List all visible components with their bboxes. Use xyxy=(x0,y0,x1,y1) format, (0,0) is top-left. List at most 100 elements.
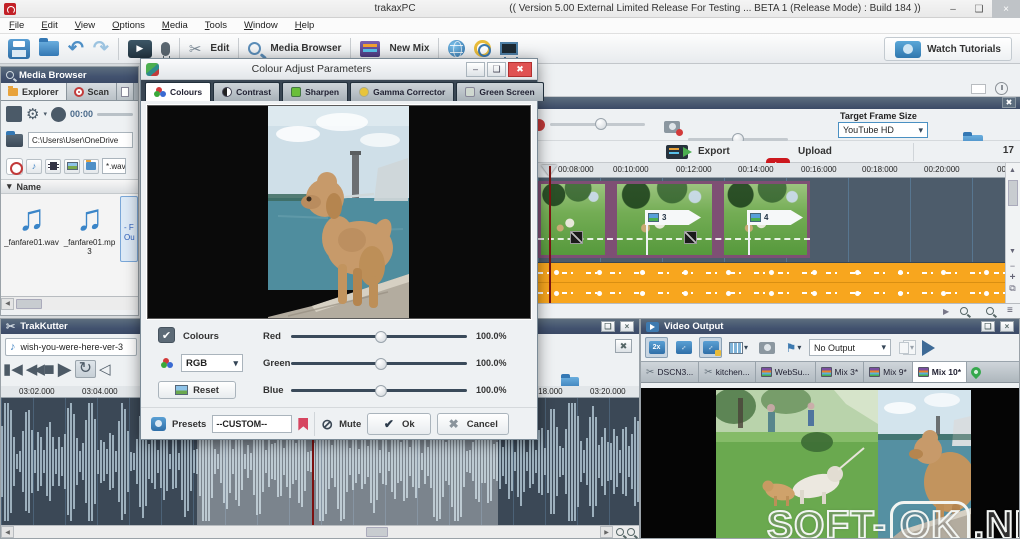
export-button[interactable]: Export xyxy=(698,146,730,157)
lock-aspect-button[interactable]: ↔ xyxy=(699,337,722,358)
save-icon[interactable] xyxy=(8,38,30,59)
add-track-icon[interactable]: + xyxy=(1006,272,1019,283)
red-slider[interactable] xyxy=(291,330,467,343)
chevron-down-icon[interactable]: ▾ xyxy=(43,110,47,118)
panel-restore-icon[interactable]: ❑ xyxy=(601,321,615,332)
preview-play-button[interactable] xyxy=(922,339,936,356)
blue-slider-thumb[interactable] xyxy=(375,384,387,397)
panel-close-icon[interactable]: × xyxy=(620,321,634,332)
audio-track[interactable] xyxy=(538,262,1005,303)
menu-tools[interactable]: Tools xyxy=(205,20,227,31)
zoom-in-icon[interactable] xyxy=(627,528,635,536)
close-button[interactable]: × xyxy=(992,0,1020,18)
ok-button[interactable]: ✔ Ok xyxy=(367,413,432,435)
timeline-ruler[interactable]: 00:08:000 00:10:000 00:12:000 00:14:000 … xyxy=(538,163,1005,178)
undo-icon[interactable]: ↶ xyxy=(68,39,84,58)
trakkutter-scrollbar[interactable]: ◀ ▶ xyxy=(1,525,639,538)
restore-button[interactable]: ❑ xyxy=(966,0,992,18)
tab-recordings[interactable] xyxy=(117,83,135,100)
menu-file[interactable]: File xyxy=(9,20,24,31)
cancel-button[interactable]: ✖ Cancel xyxy=(437,413,510,435)
collapse-tracks-icon[interactable]: − xyxy=(1006,261,1019,272)
tab-websu[interactable]: WebSu... xyxy=(755,362,816,382)
extension-filter-field[interactable]: *.wav; xyxy=(102,158,126,174)
edit-scissors-icon[interactable]: ✂ xyxy=(189,40,202,58)
stop-record-icon[interactable] xyxy=(6,106,22,122)
tk-scroll-thumb[interactable] xyxy=(366,526,388,537)
record-level-slider[interactable] xyxy=(97,112,133,116)
tab-scan[interactable]: Scan xyxy=(66,83,118,100)
scroll-up-icon[interactable]: ▲ xyxy=(1006,165,1019,176)
help-lifering-icon[interactable] xyxy=(474,40,492,57)
prev-section-icon[interactable]: ◁ xyxy=(99,362,111,377)
track-name-field[interactable]: ♪ wish-you-were-here-ver-3 xyxy=(5,338,137,356)
folder-filter-icon[interactable] xyxy=(83,158,99,174)
dialog-minimize-icon[interactable]: – xyxy=(466,61,485,77)
snapshot-button[interactable] xyxy=(755,337,778,358)
frame-camera-icon[interactable] xyxy=(664,121,683,136)
file-item[interactable]: ♫ _fanfare01.mp3 xyxy=(62,198,117,257)
tab-kitchen[interactable]: ✂ kitchen... xyxy=(699,362,756,382)
channel-mode-select[interactable]: RGB ▾ xyxy=(181,354,243,372)
browse-folder-icon[interactable] xyxy=(6,130,23,147)
scroll-left-icon[interactable]: ◀ xyxy=(1,297,14,310)
locate-pin-icon[interactable] xyxy=(967,362,985,382)
watch-tutorials-button[interactable]: Watch Tutorials xyxy=(884,37,1012,61)
timeline-scrollbar[interactable]: ▶ ≡ xyxy=(538,303,1020,318)
mini-window-icon[interactable] xyxy=(971,84,986,94)
green-slider-thumb[interactable] xyxy=(375,357,387,370)
tab-contrast[interactable]: Contrast xyxy=(213,82,281,101)
menu-media[interactable]: Media xyxy=(162,20,188,31)
minimize-button[interactable]: – xyxy=(940,0,966,18)
file-item[interactable]: ♫ _fanfare01.wav xyxy=(4,198,59,248)
tab-greenscreen[interactable]: Green Screen xyxy=(456,82,544,101)
new-mix-button[interactable]: New Mix xyxy=(389,43,429,54)
target-frame-size-select[interactable]: YouTube HD ▾ xyxy=(838,122,928,138)
zoom-2x-button[interactable]: 2x xyxy=(645,337,668,358)
web-globe-icon[interactable] xyxy=(448,40,466,58)
export-icon[interactable] xyxy=(666,145,692,159)
tab-gamma[interactable]: Gamma Corrector xyxy=(350,82,455,101)
green-slider[interactable] xyxy=(291,357,467,370)
open-folder-icon[interactable] xyxy=(39,38,59,56)
menu-view[interactable]: View xyxy=(75,20,95,31)
menu-edit[interactable]: Edit xyxy=(41,20,57,31)
red-slider-thumb[interactable] xyxy=(375,330,387,343)
path-field[interactable]: C:\Users\User\OneDrive xyxy=(28,132,133,148)
volume-envelope[interactable] xyxy=(538,283,1005,303)
marker-flag-button[interactable]: ⚑ ▾ xyxy=(782,337,805,358)
fullscreen-button[interactable]: ↔ xyxy=(672,337,695,358)
bookmark-icon[interactable] xyxy=(298,417,309,431)
panel-close-icon[interactable]: × xyxy=(1000,321,1014,332)
zoom-out-icon[interactable] xyxy=(616,528,624,536)
record-target-icon[interactable] xyxy=(6,157,23,175)
colours-checkbox[interactable]: ✔ xyxy=(158,327,175,343)
tab-mix9[interactable]: Mix 9* xyxy=(864,362,913,382)
scroll-down-icon[interactable]: ▼ xyxy=(1006,246,1019,257)
select-region-icon[interactable]: ⧉ xyxy=(1006,283,1019,294)
panel-restore-icon[interactable]: ❑ xyxy=(981,321,995,332)
zoom-slider-thumb[interactable] xyxy=(595,118,607,130)
mute-icon[interactable]: ⊘ xyxy=(321,416,333,433)
tab-mix10[interactable]: Mix 10* xyxy=(912,362,968,382)
play-icon[interactable]: ▶ xyxy=(58,360,72,378)
zoom-in-icon[interactable] xyxy=(985,307,994,315)
scroll-right-icon[interactable]: ▶ xyxy=(600,526,613,538)
transition-icon[interactable] xyxy=(684,231,697,244)
tab-colours[interactable]: Colours xyxy=(145,82,212,101)
tab-sharpen[interactable]: Sharpen xyxy=(282,82,349,101)
media-browser-icon[interactable] xyxy=(248,42,262,55)
skip-start-icon[interactable]: ▮◀ xyxy=(3,362,23,377)
file-item-selected[interactable]: - F Ou xyxy=(120,196,138,262)
microphone-icon[interactable] xyxy=(160,41,170,62)
presentation-icon[interactable] xyxy=(500,42,519,63)
file-list-hscrollbar[interactable]: ◀ xyxy=(1,296,138,310)
loop-icon[interactable]: ↻ xyxy=(74,360,96,378)
menu-help[interactable]: Help xyxy=(295,20,315,31)
upload-button[interactable]: Upload xyxy=(798,146,832,157)
output-device-select[interactable]: No Output ▾ xyxy=(809,339,892,356)
clip-close-icon[interactable]: ✖ xyxy=(615,339,632,353)
name-column-header[interactable]: ▾ Name xyxy=(1,179,138,194)
tab-dscn[interactable]: ✂ DSCN3... xyxy=(641,362,700,382)
history-clock-icon[interactable] xyxy=(995,82,1008,95)
